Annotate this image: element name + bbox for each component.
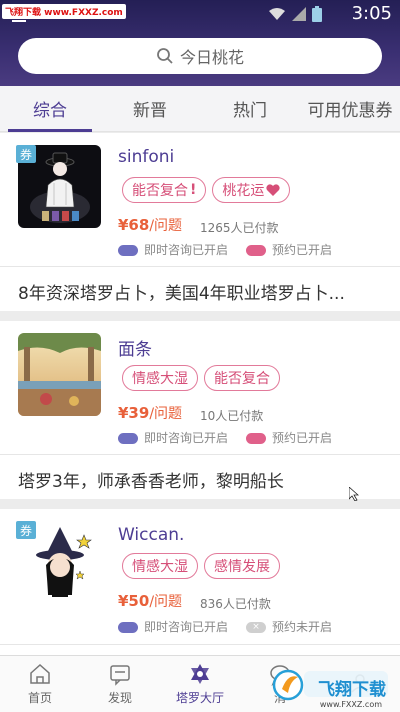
price: ¥68/问题 [118, 215, 182, 235]
tag-label: 能否复合 [132, 183, 188, 199]
tag[interactable]: 情感大湿 [122, 553, 198, 579]
coupon-badge: 券 [16, 521, 36, 539]
nav-label: 发现 [107, 691, 132, 705]
price: ¥50/问题 [118, 591, 182, 611]
tag-label: 感情发展 [214, 559, 270, 575]
tab-new[interactable]: 新晋 [100, 86, 200, 131]
filter-tabs: 综合 新晋 热门 可用优惠券 [0, 86, 400, 132]
instant-consult-label: 即时咨询已开启 [144, 620, 229, 634]
battery-icon [312, 6, 322, 22]
heart-icon [266, 184, 280, 196]
tag-list: 情感大湿 能否复合 [122, 365, 280, 391]
instant-consult-label: 即时咨询已开启 [144, 431, 229, 445]
paid-count: 10人已付款 [200, 409, 264, 423]
price-unit: /问题 [149, 594, 183, 610]
service-status: 即时咨询已开启 预约已开启 [118, 429, 332, 446]
price-amount: ¥68 [118, 216, 150, 234]
tab-popular[interactable]: 热门 [200, 86, 300, 131]
tag-list: 情感大湿 感情发展 [122, 553, 280, 579]
tab-coupons[interactable]: 可用优惠券 [300, 86, 400, 131]
price-unit: /问题 [149, 218, 183, 234]
watermark-logo-text: 飞翔下载 [318, 680, 386, 700]
tag[interactable]: 能否复合 [204, 365, 280, 391]
instant-consult-status: 即时咨询已开启 [118, 429, 228, 446]
service-status: 即时咨询已开启 预约已开启 [118, 241, 332, 258]
service-status: 即时咨询已开启 × 预约未开启 [118, 618, 332, 635]
search-placeholder: 今日桃花 [179, 48, 244, 67]
tag-label: 桃花运 [222, 183, 265, 199]
reader-description: 8年资深塔罗占卜，美国4年职业塔罗占卜... [18, 284, 345, 304]
nav-label: 塔罗大厅 [175, 691, 224, 705]
wifi-icon [269, 8, 285, 20]
app-header: 飞翔下载 www.FXXZ.com 3:05 今日桃花 [0, 0, 400, 86]
tag[interactable]: 桃花运 [212, 177, 291, 203]
paid-count: 1265人已付款 [200, 221, 279, 235]
booking-label: 预约未开启 [272, 620, 333, 634]
mouse-cursor-icon [349, 487, 359, 501]
reader-card[interactable]: 券 sinfoni 能否复合 ! 桃花运 ¥68/问题 1265人已付款 即时咨… [0, 133, 400, 311]
tag[interactable]: 能否复合 ! [122, 177, 207, 203]
paid-count: 836人已付款 [200, 597, 271, 611]
price: ¥39/问题 [118, 403, 182, 423]
nav-discover[interactable]: 发现 [80, 656, 160, 712]
nav-home[interactable]: 首页 [0, 656, 80, 712]
toggle-on-icon [246, 433, 267, 444]
tag-label: 能否复合 [214, 371, 270, 387]
divider [0, 266, 400, 267]
signal-icon [292, 7, 306, 21]
price-amount: ¥50 [118, 592, 150, 610]
tag-label: 情感大湿 [132, 371, 188, 387]
nav-label: 首页 [27, 691, 52, 705]
toggle-on-icon [246, 245, 267, 256]
reader-name: Wiccan. [118, 525, 185, 545]
system-icons [268, 6, 322, 22]
booking-label: 预约已开启 [272, 243, 333, 257]
price-unit: /问题 [149, 406, 183, 422]
booking-status: × 预约未开启 [246, 618, 332, 635]
tag[interactable]: 感情发展 [204, 553, 280, 579]
home-icon [30, 663, 50, 684]
exclamation-icon: ! [190, 182, 197, 198]
divider [0, 644, 400, 645]
download-notification-icon [12, 16, 26, 22]
reader-card[interactable]: 面条 情感大湿 能否复合 ¥39/问题 10人已付款 即时咨询已开启 预约已开启… [0, 321, 400, 501]
nav-tarot-hall[interactable]: 塔罗大厅 [160, 656, 240, 712]
search-bar[interactable]: 今日桃花 [18, 38, 382, 74]
tab-comprehensive[interactable]: 综合 [0, 86, 100, 132]
price-amount: ¥39 [118, 404, 150, 422]
booking-status: 预约已开启 [246, 429, 332, 446]
coupon-badge: 券 [16, 145, 36, 163]
search-icon [157, 48, 173, 64]
tag[interactable]: 情感大湿 [122, 365, 198, 391]
reader-avatar [18, 333, 101, 416]
instant-consult-status: 即时咨询已开启 [118, 241, 228, 258]
booking-status: 预约已开启 [246, 241, 332, 258]
clock: 3:05 [351, 3, 392, 24]
status-bar: 飞翔下载 www.FXXZ.com 3:05 [0, 0, 400, 26]
toggle-on-icon [118, 245, 138, 256]
divider [0, 454, 400, 455]
reader-description: 塔罗3年，师承香香老师，黎明船长 [18, 472, 284, 492]
watermark-logo-url: www.FXXZ.com [319, 700, 382, 709]
instant-consult-label: 即时咨询已开启 [144, 243, 229, 257]
tag-list: 能否复合 ! 桃花运 [122, 177, 291, 203]
toggle-off-icon: × [246, 622, 267, 633]
reader-name: sinfoni [118, 147, 175, 167]
tarot-hall-icon [191, 664, 209, 684]
instant-consult-status: 即时咨询已开启 [118, 618, 228, 635]
reader-name: 面条 [118, 340, 152, 360]
discover-icon [110, 665, 130, 686]
toggle-on-icon [118, 622, 138, 633]
booking-label: 预约已开启 [272, 431, 333, 445]
toggle-on-icon [118, 433, 138, 444]
reader-card[interactable]: 券 Wiccan. 情感大湿 感情发展 ¥50/问题 836人已付款 即时咨询已… [0, 509, 400, 655]
tag-label: 情感大湿 [132, 559, 188, 575]
